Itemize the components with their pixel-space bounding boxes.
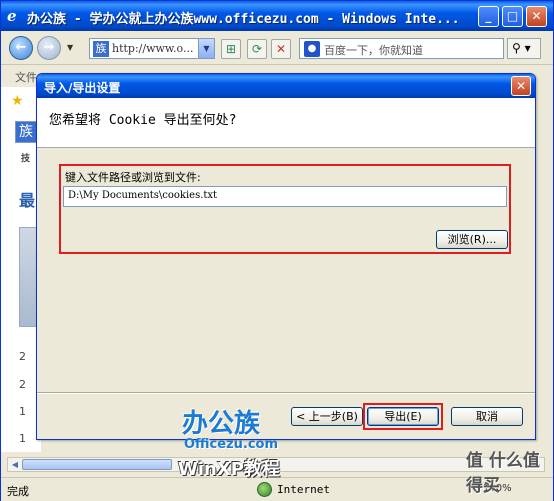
previous-button[interactable]: < 上一步(B) bbox=[291, 407, 363, 426]
search-icon: ⚲ bbox=[512, 41, 521, 55]
address-text: http://www.o... bbox=[112, 42, 194, 55]
dialog-separator bbox=[37, 392, 535, 394]
address-dropdown-icon[interactable]: ▼ bbox=[198, 39, 214, 58]
watermark-brand: 办公族 bbox=[182, 409, 261, 439]
list-item[interactable]: 1 bbox=[19, 405, 26, 418]
baidu-paw-icon: ● bbox=[304, 41, 320, 57]
close-icon[interactable]: ✕ bbox=[526, 6, 547, 27]
search-button[interactable]: ⚲ ▾ bbox=[507, 38, 541, 59]
menu-file[interactable]: 文件 bbox=[15, 69, 37, 85]
watermark-winxp: WinXP教程 bbox=[178, 459, 280, 480]
list-item[interactable]: 2 bbox=[19, 378, 26, 391]
back-icon[interactable]: ← bbox=[9, 36, 33, 60]
dialog-titlebar: 导入/导出设置 ✕ bbox=[37, 74, 535, 98]
page-title-fragment: 最 bbox=[19, 191, 36, 210]
browser-title: 办公族 - 学办公就上办公族www.officezu.com - Windows… bbox=[27, 12, 460, 27]
address-bar[interactable]: 族 http://www.o... ▼ bbox=[89, 38, 215, 59]
compatibility-icon[interactable]: ⊞ bbox=[221, 39, 241, 59]
favorites-star-icon[interactable]: ★ bbox=[11, 93, 24, 109]
page-content: ★ 族 技 最 2 2 1 1 bbox=[1, 87, 41, 452]
scroll-thumb[interactable] bbox=[22, 459, 172, 470]
favorites-label bbox=[25, 95, 28, 106]
cancel-button[interactable]: 取消 bbox=[451, 407, 523, 426]
browse-button[interactable]: 浏览(R)... bbox=[436, 230, 508, 249]
security-zone: Internet bbox=[277, 483, 330, 496]
list-item[interactable]: 1 bbox=[19, 432, 26, 445]
path-label: 键入文件路径或浏览到文件: bbox=[65, 171, 201, 184]
dialog-close-icon[interactable]: ✕ bbox=[511, 76, 531, 96]
status-text: 完成 bbox=[7, 485, 29, 498]
import-export-dialog: 导入/导出设置 ✕ 您希望将 Cookie 导出至何处? 键入文件路径或浏览到文… bbox=[36, 73, 536, 440]
dialog-header: 您希望将 Cookie 导出至何处? bbox=[37, 98, 535, 148]
watermark-corner: 值 什么值得买 bbox=[466, 451, 540, 496]
history-dropdown-icon[interactable]: ▼ bbox=[67, 43, 73, 52]
search-box[interactable]: ● 百度一下，你就知道 bbox=[299, 38, 504, 59]
list-item[interactable]: 2 bbox=[19, 350, 26, 363]
ie-logo-icon: e bbox=[7, 7, 17, 25]
minimize-icon[interactable]: _ bbox=[478, 6, 499, 27]
export-button[interactable]: 导出(E) bbox=[367, 407, 439, 426]
file-path-input[interactable]: D:\My Documents\cookies.txt bbox=[63, 186, 507, 207]
stop-icon[interactable]: ✕ bbox=[271, 39, 291, 59]
watermark-domain: Officezu.com bbox=[184, 437, 279, 452]
forward-icon[interactable]: → bbox=[37, 36, 61, 60]
dialog-question: 您希望将 Cookie 导出至何处? bbox=[49, 113, 237, 128]
page-heading-fragment: 技 bbox=[21, 154, 31, 164]
site-favicon-icon: 族 bbox=[93, 41, 109, 57]
scroll-left-icon[interactable]: ◀ bbox=[8, 458, 22, 471]
dialog-title: 导入/导出设置 bbox=[44, 81, 121, 95]
browser-titlebar: e 办公族 - 学办公就上办公族www.officezu.com - Windo… bbox=[1, 1, 553, 31]
search-placeholder: 百度一下，你就知道 bbox=[324, 44, 423, 57]
maximize-icon[interactable]: □ bbox=[502, 6, 523, 27]
navigation-bar: ← → ▼ 族 http://www.o... ▼ ⊞ ⟳ ✕ ● 百度一下，你… bbox=[1, 31, 553, 65]
internet-globe-icon bbox=[257, 482, 272, 497]
page-tab[interactable]: 族 bbox=[15, 121, 37, 143]
refresh-icon[interactable]: ⟳ bbox=[247, 39, 267, 59]
